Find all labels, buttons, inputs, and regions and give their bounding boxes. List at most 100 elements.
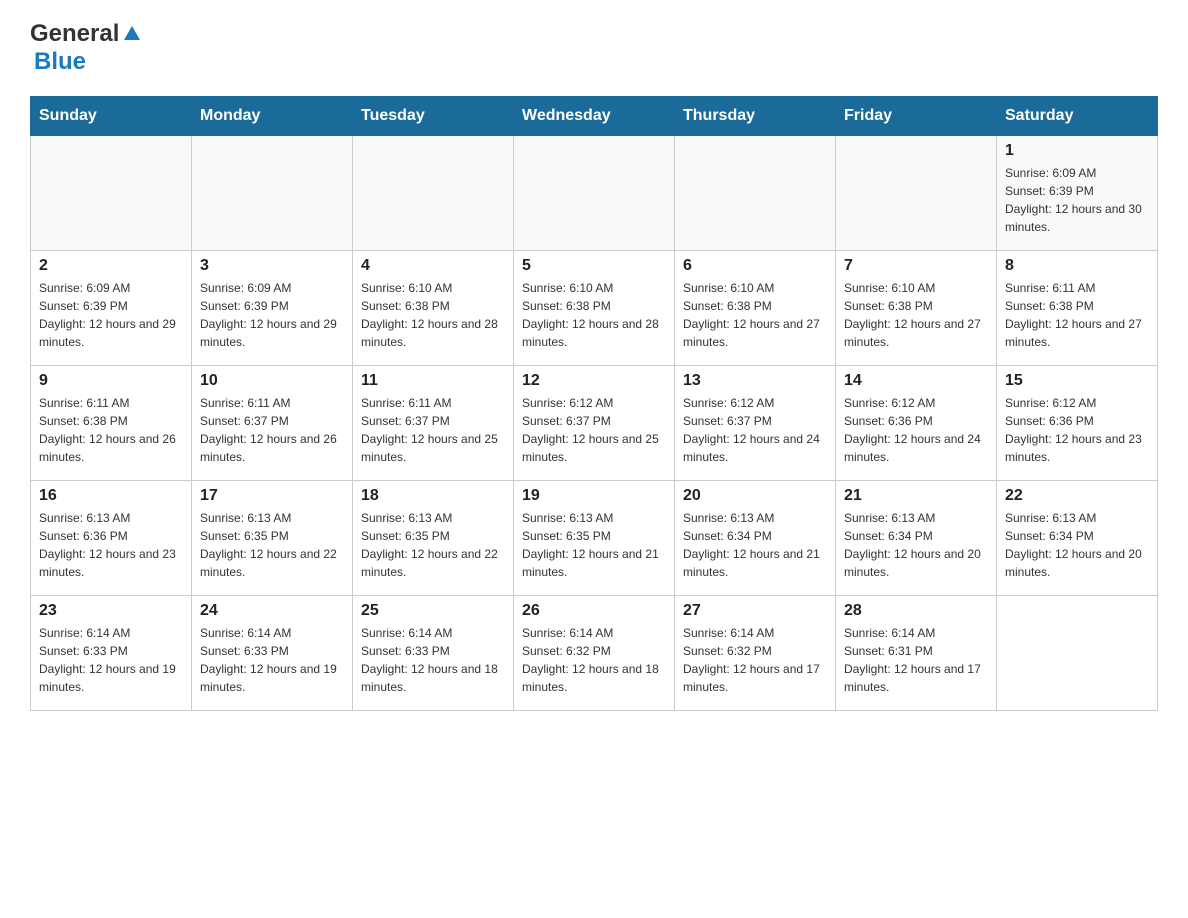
day-number: 24: [200, 602, 344, 620]
logo-general-text: General: [30, 20, 119, 48]
day-number: 28: [844, 602, 988, 620]
calendar-cell: 20 Sunrise: 6:13 AMSunset: 6:34 PMDayligh…: [675, 481, 836, 596]
calendar-cell: 9 Sunrise: 6:11 AMSunset: 6:38 PMDaylight…: [31, 366, 192, 481]
header-sunday: Sunday: [31, 97, 192, 136]
day-info: Sunrise: 6:14 AMSunset: 6:32 PMDaylight:…: [522, 624, 666, 696]
calendar-cell: [675, 136, 836, 251]
day-number: 15: [1005, 372, 1149, 390]
day-info: Sunrise: 6:14 AMSunset: 6:32 PMDaylight:…: [683, 624, 827, 696]
calendar-cell: 1Sunrise: 6:09 AMSunset: 6:39 PMDaylight…: [997, 136, 1158, 251]
calendar-cell: 12 Sunrise: 6:12 AMSunset: 6:37 PMDayligh…: [514, 366, 675, 481]
day-number: 11: [361, 372, 505, 390]
day-number: 20: [683, 487, 827, 505]
calendar-cell: 6 Sunrise: 6:10 AMSunset: 6:38 PMDaylight…: [675, 251, 836, 366]
calendar-cell: 26Sunrise: 6:14 AMSunset: 6:32 PMDayligh…: [514, 596, 675, 711]
calendar-cell: 21Sunrise: 6:13 AMSunset: 6:34 PMDayligh…: [836, 481, 997, 596]
calendar-cell: 7 Sunrise: 6:10 AMSunset: 6:38 PMDaylight…: [836, 251, 997, 366]
day-number: 9: [39, 372, 183, 390]
calendar-cell: 19 Sunrise: 6:13 AMSunset: 6:35 PMDayligh…: [514, 481, 675, 596]
logo-blue-text: Blue: [34, 48, 86, 75]
calendar-cell: 5 Sunrise: 6:10 AMSunset: 6:38 PMDaylight…: [514, 251, 675, 366]
day-number: 23: [39, 602, 183, 620]
day-info: Sunrise: 6:13 AMSunset: 6:34 PMDaylight:…: [683, 509, 827, 581]
calendar-cell: 16 Sunrise: 6:13 AMSunset: 6:36 PMDayligh…: [31, 481, 192, 596]
calendar-cell: [192, 136, 353, 251]
day-number: 22: [1005, 487, 1149, 505]
day-number: 6: [683, 257, 827, 275]
day-info: Sunrise: 6:14 AMSunset: 6:33 PMDaylight:…: [361, 624, 505, 696]
calendar-week-2: 2 Sunrise: 6:09 AMSunset: 6:39 PMDaylight…: [31, 251, 1158, 366]
calendar-cell: [997, 596, 1158, 711]
day-number: 19: [522, 487, 666, 505]
day-info: Sunrise: 6:11 AMSunset: 6:37 PMDaylight:…: [200, 394, 344, 466]
day-number: 3: [200, 257, 344, 275]
header-friday: Friday: [836, 97, 997, 136]
day-number: 2: [39, 257, 183, 275]
day-info: Sunrise: 6:14 AMSunset: 6:31 PMDaylight:…: [844, 624, 988, 696]
logo-triangle-icon: [123, 24, 141, 47]
calendar-cell: 23 Sunrise: 6:14 AMSunset: 6:33 PMDayligh…: [31, 596, 192, 711]
weekday-header-row: Sunday Monday Tuesday Wednesday Thursday…: [31, 97, 1158, 136]
day-info: Sunrise: 6:12 AMSunset: 6:37 PMDaylight:…: [683, 394, 827, 466]
calendar-cell: 11 Sunrise: 6:11 AMSunset: 6:37 PMDayligh…: [353, 366, 514, 481]
header-wednesday: Wednesday: [514, 97, 675, 136]
day-number: 10: [200, 372, 344, 390]
day-info: Sunrise: 6:09 AMSunset: 6:39 PMDaylight:…: [200, 279, 344, 351]
day-info: Sunrise: 6:12 AMSunset: 6:36 PMDaylight:…: [1005, 394, 1149, 466]
page-header: General Blue: [30, 20, 1158, 76]
day-number: 17: [200, 487, 344, 505]
calendar-cell: 10 Sunrise: 6:11 AMSunset: 6:37 PMDayligh…: [192, 366, 353, 481]
day-number: 18: [361, 487, 505, 505]
calendar-cell: [353, 136, 514, 251]
day-info: Sunrise: 6:10 AMSunset: 6:38 PMDaylight:…: [844, 279, 988, 351]
calendar-body: 1 Sunrise: 6:09 AMSunset: 6:39 PMDaylight…: [31, 136, 1158, 711]
day-info: Sunrise: 6:10 AMSunset: 6:38 PMDaylight:…: [361, 279, 505, 351]
day-number: 14: [844, 372, 988, 390]
day-number: 5: [522, 257, 666, 275]
day-info: Sunrise: 6:13 AMSunset: 6:34 PMDaylight:…: [1005, 509, 1149, 581]
calendar-cell: 2 Sunrise: 6:09 AMSunset: 6:39 PMDaylight…: [31, 251, 192, 366]
day-number: 7: [844, 257, 988, 275]
calendar-cell: 15 Sunrise: 6:12 AMSunset: 6:36 PMDayligh…: [997, 366, 1158, 481]
calendar-cell: [514, 136, 675, 251]
calendar-cell: [836, 136, 997, 251]
day-info: Sunrise: 6:13 AMSunset: 6:35 PMDaylight:…: [200, 509, 344, 581]
day-info: Sunrise: 6:14 AMSunset: 6:33 PMDaylight:…: [39, 624, 183, 696]
day-number: 16: [39, 487, 183, 505]
calendar-week-1: 1Sunrise: 6:09 AMSunset: 6:39 PMDaylight…: [31, 136, 1158, 251]
day-number: 27: [683, 602, 827, 620]
logo: General Blue: [30, 20, 141, 76]
header-tuesday: Tuesday: [353, 97, 514, 136]
header-thursday: Thursday: [675, 97, 836, 136]
calendar-cell: [31, 136, 192, 251]
calendar-week-4: 16 Sunrise: 6:13 AMSunset: 6:36 PMDayligh…: [31, 481, 1158, 596]
day-info: Sunrise: 6:09 AMSunset: 6:39 PMDaylight:…: [39, 279, 183, 351]
calendar-week-5: 23 Sunrise: 6:14 AMSunset: 6:33 PMDayligh…: [31, 596, 1158, 711]
calendar-cell: 22 Sunrise: 6:13 AMSunset: 6:34 PMDayligh…: [997, 481, 1158, 596]
calendar-cell: 13Sunrise: 6:12 AMSunset: 6:37 PMDayligh…: [675, 366, 836, 481]
calendar-cell: 8 Sunrise: 6:11 AMSunset: 6:38 PMDaylight…: [997, 251, 1158, 366]
calendar-table: Sunday Monday Tuesday Wednesday Thursday…: [30, 96, 1158, 711]
day-info: Sunrise: 6:13 AMSunset: 6:36 PMDaylight:…: [39, 509, 183, 581]
day-info: Sunrise: 6:10 AMSunset: 6:38 PMDaylight:…: [522, 279, 666, 351]
day-number: 1: [1005, 142, 1149, 160]
day-info: Sunrise: 6:12 AMSunset: 6:37 PMDaylight:…: [522, 394, 666, 466]
calendar-week-3: 9 Sunrise: 6:11 AMSunset: 6:38 PMDaylight…: [31, 366, 1158, 481]
day-info: Sunrise: 6:13 AMSunset: 6:35 PMDaylight:…: [522, 509, 666, 581]
day-info: Sunrise: 6:11 AMSunset: 6:38 PMDaylight:…: [39, 394, 183, 466]
day-info: Sunrise: 6:11 AMSunset: 6:37 PMDaylight:…: [361, 394, 505, 466]
day-info: Sunrise: 6:12 AMSunset: 6:36 PMDaylight:…: [844, 394, 988, 466]
day-number: 25: [361, 602, 505, 620]
day-info: Sunrise: 6:13 AMSunset: 6:35 PMDaylight:…: [361, 509, 505, 581]
day-number: 8: [1005, 257, 1149, 275]
day-number: 21: [844, 487, 988, 505]
calendar-cell: 4Sunrise: 6:10 AMSunset: 6:38 PMDaylight…: [353, 251, 514, 366]
day-info: Sunrise: 6:11 AMSunset: 6:38 PMDaylight:…: [1005, 279, 1149, 351]
calendar-cell: 14 Sunrise: 6:12 AMSunset: 6:36 PMDayligh…: [836, 366, 997, 481]
day-info: Sunrise: 6:10 AMSunset: 6:38 PMDaylight:…: [683, 279, 827, 351]
calendar-cell: 28 Sunrise: 6:14 AMSunset: 6:31 PMDayligh…: [836, 596, 997, 711]
calendar-cell: 27 Sunrise: 6:14 AMSunset: 6:32 PMDayligh…: [675, 596, 836, 711]
calendar-cell: 17 Sunrise: 6:13 AMSunset: 6:35 PMDayligh…: [192, 481, 353, 596]
calendar-cell: 24Sunrise: 6:14 AMSunset: 6:33 PMDayligh…: [192, 596, 353, 711]
day-number: 12: [522, 372, 666, 390]
